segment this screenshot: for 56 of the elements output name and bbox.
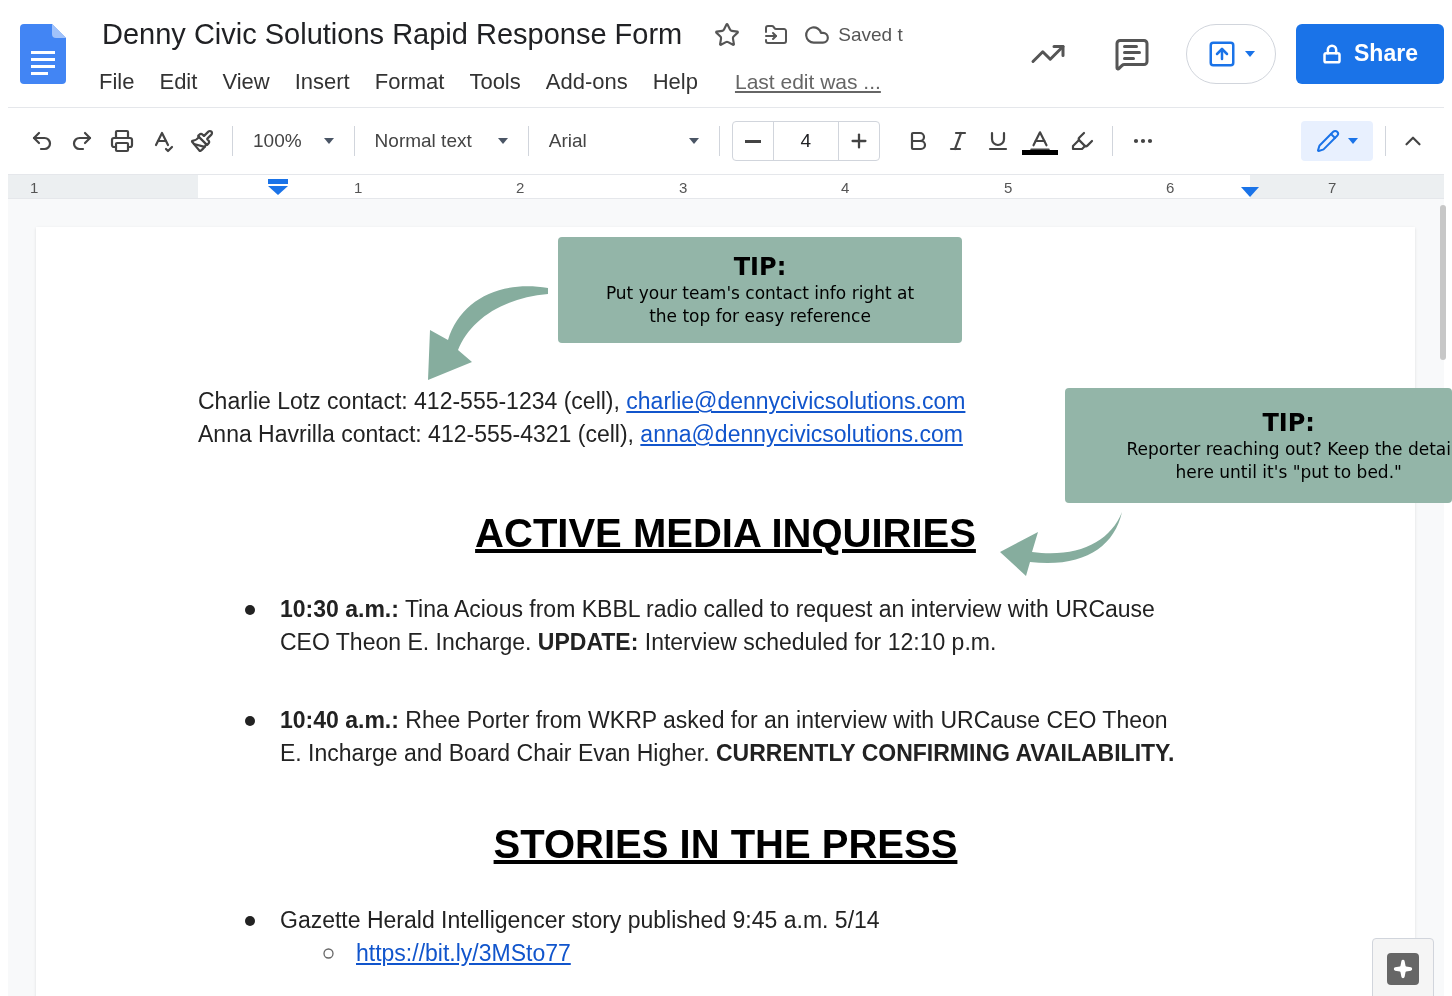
bullet-text: Gazette Herald Intelligencer story published 9:45 a.m. 5/14 bbox=[280, 906, 880, 935]
sparkle-icon bbox=[1393, 959, 1413, 979]
last-edit-link[interactable]: Last edit was ... bbox=[734, 65, 881, 97]
font-dropdown[interactable]: Arial bbox=[540, 126, 707, 156]
ruler-number: 2 bbox=[516, 178, 525, 198]
menu-item[interactable]: Format bbox=[374, 64, 445, 98]
menu-item[interactable]: Tools bbox=[469, 64, 521, 98]
minus-icon bbox=[744, 139, 761, 143]
pencil-icon bbox=[1316, 129, 1340, 153]
caret-icon bbox=[323, 138, 334, 144]
ruler-number: 1 bbox=[354, 178, 363, 198]
editing-mode-button[interactable] bbox=[1301, 121, 1373, 161]
menu-item[interactable]: Add-ons bbox=[545, 64, 628, 98]
font-size-field[interactable]: 4 bbox=[772, 122, 839, 160]
ruler-number: 4 bbox=[841, 178, 850, 198]
lock-icon bbox=[1322, 43, 1343, 64]
bullet-icon bbox=[245, 716, 255, 726]
section-heading: ACTIVE MEDIA INQUIRIES bbox=[475, 510, 976, 557]
style-dropdown[interactable]: Normal text bbox=[366, 126, 516, 156]
bullet-icon bbox=[245, 916, 255, 926]
zoom-dropdown[interactable]: 100% bbox=[245, 126, 342, 156]
explore-button[interactable] bbox=[1372, 938, 1434, 996]
menu-item[interactable]: File bbox=[99, 64, 135, 98]
tip-text: Put your team's contact info right at the top for easy reference bbox=[605, 282, 915, 328]
move-folder-icon[interactable] bbox=[764, 23, 789, 47]
indent-marker-icon bbox=[268, 179, 288, 195]
saved-status: Saved t bbox=[838, 22, 903, 47]
tip-title: TIP: bbox=[1262, 407, 1315, 438]
caret-icon bbox=[497, 138, 508, 144]
bullet-icon bbox=[245, 605, 255, 615]
email-link[interactable]: anna@dennycivicsolutions.com bbox=[640, 421, 963, 447]
caret-icon bbox=[688, 138, 699, 144]
sub-bullet-icon bbox=[323, 948, 334, 959]
right-indent-icon bbox=[1241, 187, 1259, 197]
tip-title: TIP: bbox=[733, 252, 787, 282]
menu-item[interactable]: Help bbox=[652, 64, 698, 98]
docs-logo-icon bbox=[20, 23, 66, 84]
document-title[interactable]: Denny Civic Solutions Rapid Response Form bbox=[102, 13, 683, 57]
story-link[interactable]: https://bit.ly/3MSto77 bbox=[356, 937, 571, 970]
menu-item[interactable]: Edit bbox=[159, 64, 198, 98]
bullet-text: 10:40 a.m.: Rhee Porter from WKRP asked for an interview with URCause CEO Theon E. Incharge and Board Chair Evan Higher. CURRENTLY CONFIRMING AVAILABILITY. bbox=[280, 706, 1176, 768]
menu-item[interactable]: Insert bbox=[294, 64, 350, 98]
ruler-number: 6 bbox=[1166, 178, 1175, 198]
share-button[interactable]: Share bbox=[1296, 23, 1444, 84]
ruler-number: 7 bbox=[1328, 178, 1337, 198]
star-icon[interactable] bbox=[714, 22, 741, 48]
ruler-number: 1 bbox=[30, 178, 39, 198]
bullet-text: 10:30 a.m.: Tina Acious from KBBL radio called to request an interview with URCause CEO Theon E. Incharge. UPDATE: Interview scheduled for 12:10 p.m. bbox=[280, 595, 1156, 657]
ruler-number: 3 bbox=[679, 178, 688, 198]
section-heading: STORIES IN THE PRESS bbox=[493, 821, 958, 868]
menu-item[interactable]: View bbox=[222, 64, 270, 98]
caret-icon bbox=[1245, 50, 1255, 57]
caret-icon bbox=[1348, 138, 1358, 144]
tip-text: Reporter reaching out? Keep the detai here until it's "put to bed." bbox=[1126, 437, 1451, 484]
ruler-number: 5 bbox=[1004, 178, 1013, 198]
email-link[interactable]: charlie@dennycivicsolutions.com bbox=[626, 388, 966, 414]
